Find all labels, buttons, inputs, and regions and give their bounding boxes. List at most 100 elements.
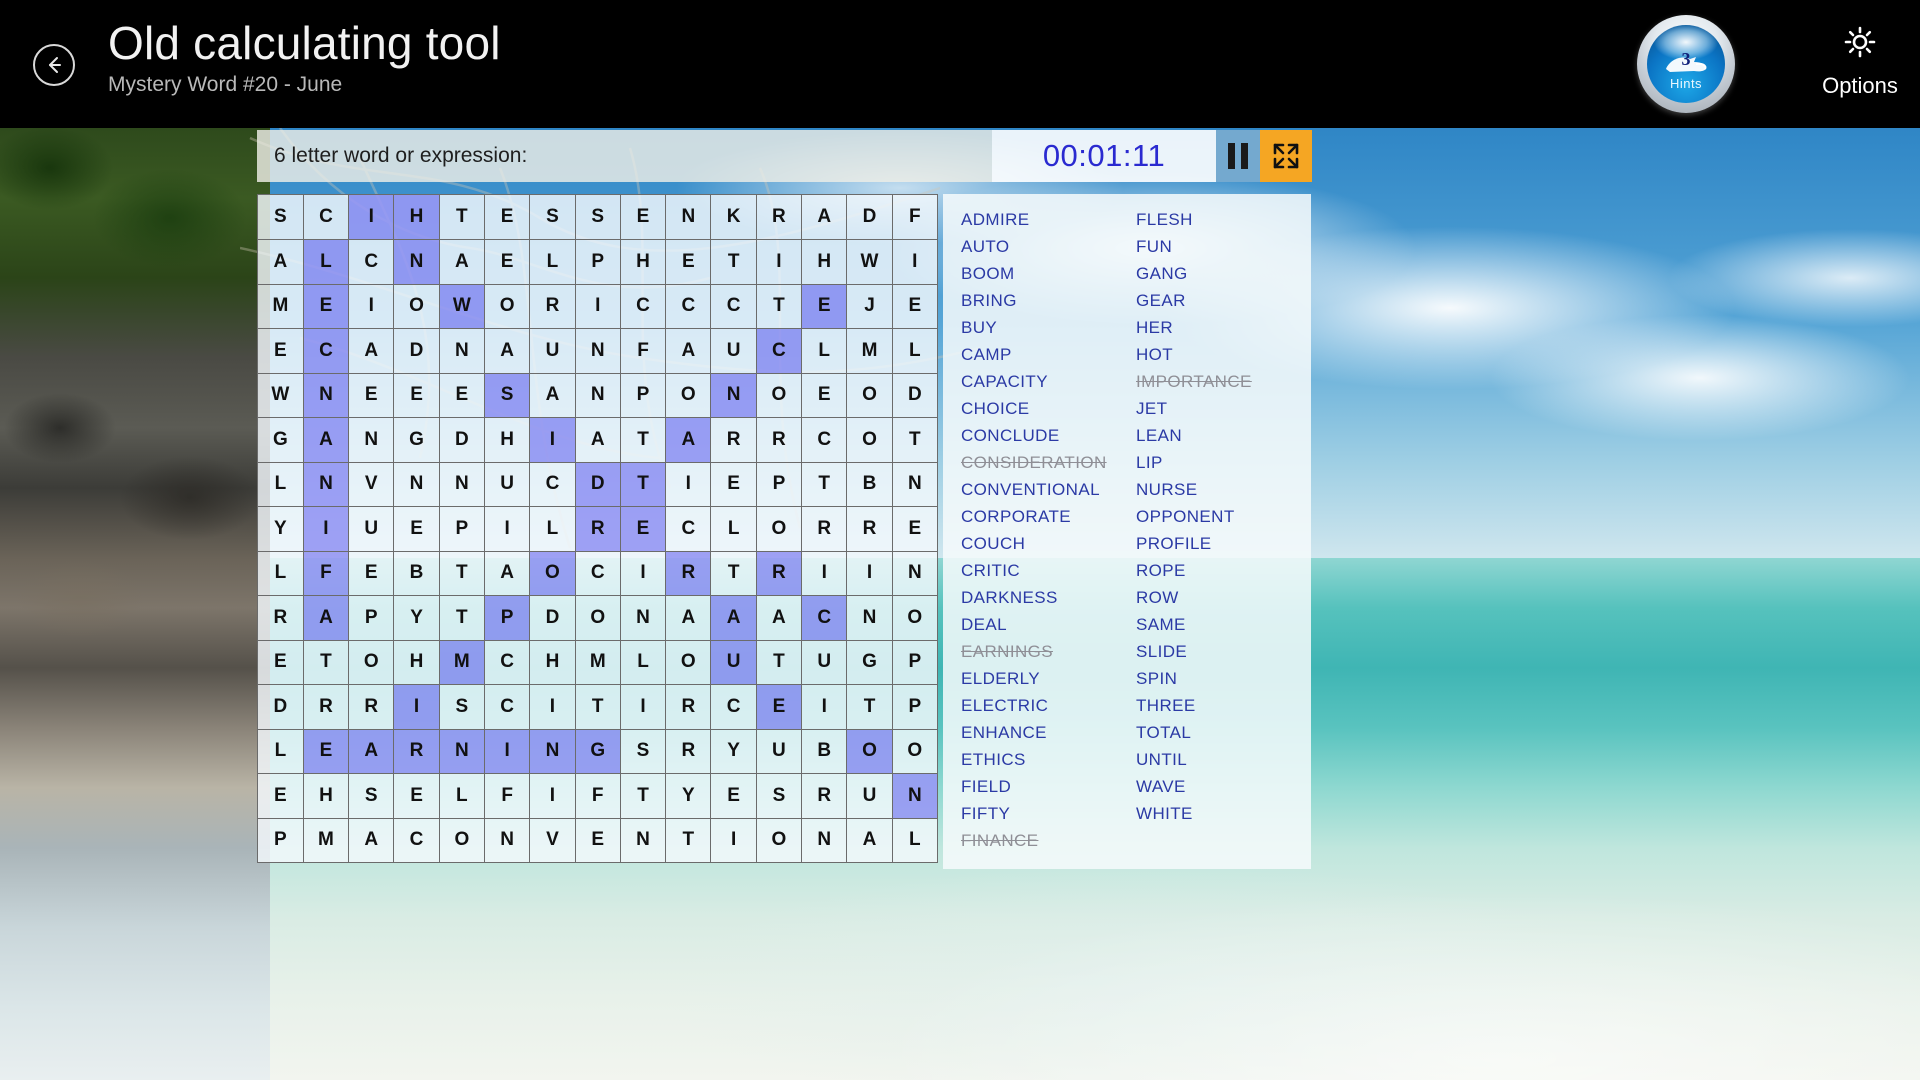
grid-cell[interactable]: N [710, 373, 757, 418]
grid-cell[interactable]: C [801, 417, 848, 463]
grid-cell[interactable]: O [439, 818, 485, 863]
grid-cell[interactable]: F [303, 551, 350, 596]
grid-cell[interactable]: R [348, 684, 395, 730]
grid-cell[interactable]: B [393, 551, 440, 596]
grid-cell[interactable]: D [892, 373, 938, 418]
word-list-item[interactable]: CAMP [961, 341, 1136, 368]
grid-cell[interactable]: H [484, 417, 531, 463]
grid-cell[interactable]: F [484, 773, 531, 819]
word-list-item[interactable]: ADMIRE [961, 206, 1136, 233]
word-list-item[interactable]: IMPORTANCE [1136, 368, 1311, 395]
grid-cell[interactable]: N [529, 729, 576, 774]
word-list-item[interactable]: ELDERLY [961, 665, 1136, 692]
grid-cell[interactable]: E [393, 773, 440, 819]
grid-cell[interactable]: E [303, 729, 350, 774]
grid-cell[interactable]: E [892, 284, 938, 329]
grid-cell[interactable]: I [620, 684, 667, 730]
grid-cell[interactable]: R [665, 684, 712, 730]
word-list-item[interactable]: GANG [1136, 260, 1311, 287]
grid-cell[interactable]: O [846, 729, 893, 774]
grid-cell[interactable]: P [348, 595, 395, 641]
grid-cell[interactable]: T [801, 462, 848, 507]
word-list-item[interactable]: CONVENTIONAL [961, 476, 1136, 503]
grid-cell[interactable]: O [756, 506, 803, 552]
grid-cell[interactable]: E [258, 328, 304, 374]
word-list-item[interactable]: LIP [1136, 449, 1311, 476]
grid-cell[interactable]: D [258, 684, 304, 730]
grid-cell[interactable]: R [665, 729, 712, 774]
grid-cell[interactable]: W [846, 239, 893, 285]
grid-cell[interactable]: A [258, 239, 304, 285]
grid-cell[interactable]: D [575, 462, 621, 507]
word-list-item[interactable]: BRING [961, 287, 1136, 314]
word-list-item[interactable]: LEAN [1136, 422, 1311, 449]
grid-cell[interactable]: I [529, 417, 576, 463]
grid-cell[interactable]: C [801, 595, 848, 641]
grid-cell[interactable]: T [710, 239, 757, 285]
grid-cell[interactable]: N [348, 417, 395, 463]
grid-cell[interactable]: I [575, 284, 621, 329]
grid-cell[interactable]: T [756, 640, 803, 685]
grid-cell[interactable]: T [892, 417, 938, 463]
grid-cell[interactable]: E [710, 462, 757, 507]
word-list-item[interactable]: CONSIDERATION [961, 449, 1136, 476]
word-list-item[interactable]: CAPACITY [961, 368, 1136, 395]
grid-cell[interactable]: I [529, 684, 576, 730]
grid-cell[interactable]: L [620, 640, 667, 685]
grid-cell[interactable]: G [393, 417, 440, 463]
grid-cell[interactable]: S [439, 684, 485, 730]
hints-button[interactable]: 3 Hints [1637, 15, 1735, 113]
grid-cell[interactable]: U [529, 328, 576, 374]
grid-cell[interactable]: M [439, 640, 485, 685]
grid-cell[interactable]: N [575, 328, 621, 374]
grid-cell[interactable]: T [303, 640, 350, 685]
grid-cell[interactable]: O [348, 640, 395, 685]
word-list-item[interactable]: JET [1136, 395, 1311, 422]
grid-cell[interactable]: I [529, 773, 576, 819]
grid-cell[interactable]: I [846, 551, 893, 596]
grid-cell[interactable]: P [439, 506, 485, 552]
grid-cell[interactable]: E [801, 373, 848, 418]
word-list-item[interactable]: COUCH [961, 530, 1136, 557]
grid-cell[interactable]: N [575, 373, 621, 418]
grid-cell[interactable]: R [756, 551, 803, 596]
grid-cell[interactable]: E [892, 506, 938, 552]
grid-cell[interactable]: N [439, 328, 485, 374]
grid-cell[interactable]: O [393, 284, 440, 329]
fullscreen-button[interactable] [1260, 130, 1312, 182]
grid-cell[interactable]: N [846, 595, 893, 641]
grid-cell[interactable]: U [484, 462, 531, 507]
grid-cell[interactable]: I [393, 684, 440, 730]
grid-cell[interactable]: R [846, 506, 893, 552]
grid-cell[interactable]: W [439, 284, 485, 329]
grid-cell[interactable]: A [846, 818, 893, 863]
grid-cell[interactable]: B [801, 729, 848, 774]
grid-cell[interactable]: A [303, 417, 350, 463]
grid-cell[interactable]: A [439, 239, 485, 285]
word-list-item[interactable]: OPPONENT [1136, 503, 1311, 530]
grid-cell[interactable]: L [710, 506, 757, 552]
grid-cell[interactable]: I [892, 239, 938, 285]
grid-cell[interactable]: E [484, 195, 531, 240]
grid-cell[interactable]: P [892, 640, 938, 685]
grid-cell[interactable]: Y [258, 506, 304, 552]
grid-cell[interactable]: E [484, 239, 531, 285]
grid-cell[interactable]: T [575, 684, 621, 730]
word-list-item[interactable]: SLIDE [1136, 638, 1311, 665]
grid-cell[interactable]: P [620, 373, 667, 418]
grid-cell[interactable]: O [484, 284, 531, 329]
grid-cell[interactable]: V [348, 462, 395, 507]
word-list-item[interactable]: UNTIL [1136, 746, 1311, 773]
grid-cell[interactable]: K [710, 195, 757, 240]
grid-cell[interactable]: A [303, 595, 350, 641]
grid-cell[interactable]: O [892, 729, 938, 774]
grid-cell[interactable]: A [665, 328, 712, 374]
word-list-item[interactable]: AUTO [961, 233, 1136, 260]
word-list-item[interactable]: GEAR [1136, 287, 1311, 314]
grid-cell[interactable]: C [303, 195, 350, 240]
grid-cell[interactable]: C [393, 818, 440, 863]
grid-cell[interactable]: H [529, 640, 576, 685]
grid-cell[interactable]: O [575, 595, 621, 641]
grid-cell[interactable]: Y [393, 595, 440, 641]
grid-cell[interactable]: P [892, 684, 938, 730]
